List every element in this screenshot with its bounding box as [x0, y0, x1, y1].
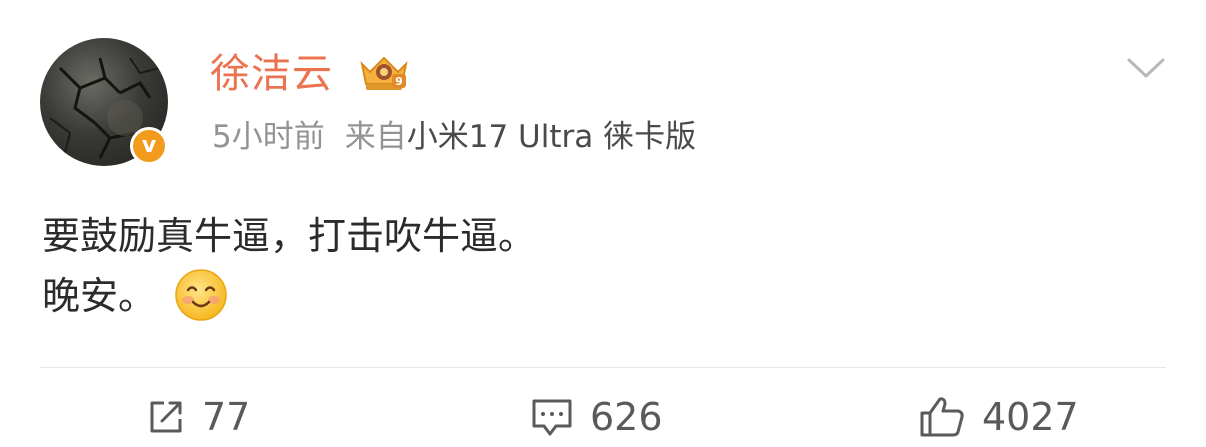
comment-icon — [532, 399, 572, 436]
post-text-line-2: 晚安。 — [42, 266, 536, 326]
chevron-down-icon[interactable] — [1126, 56, 1166, 80]
verified-badge: v — [130, 127, 168, 165]
divider — [40, 367, 1166, 368]
comment-count: 626 — [590, 395, 663, 439]
svg-text:9: 9 — [395, 75, 403, 88]
weibo-post-card: v 徐洁云 9 5小时前 来自小米17 Ultra 徕卡版 要鼓励真牛逼，打击吹牛… — [0, 0, 1206, 447]
repost-icon — [150, 401, 182, 433]
like-button[interactable]: 4027 — [918, 392, 1079, 442]
post-text-line-1: 要鼓励真牛逼，打击吹牛逼。 — [42, 214, 537, 258]
crown-badge-icon[interactable]: 9 — [356, 50, 412, 96]
repost-count: 77 — [202, 395, 251, 439]
repost-button[interactable]: 77 — [146, 392, 250, 442]
source-prefix: 来自 — [344, 119, 407, 155]
thumbs-up-icon — [920, 397, 964, 437]
like-count: 4027 — [982, 395, 1079, 439]
post-content: 要鼓励真牛逼，打击吹牛逼。 晚安。 — [42, 206, 536, 326]
source-device[interactable]: 小米17 Ultra 徕卡版 — [407, 119, 696, 155]
smile-emoji-icon — [175, 268, 227, 321]
post-time: 5小时前 — [212, 119, 325, 155]
comment-button[interactable]: 626 — [530, 392, 663, 442]
post-text-line-2-text: 晚安。 — [42, 274, 157, 318]
post-meta: 5小时前 来自小米17 Ultra 徕卡版 — [212, 116, 696, 158]
username[interactable]: 徐洁云 — [210, 48, 333, 100]
